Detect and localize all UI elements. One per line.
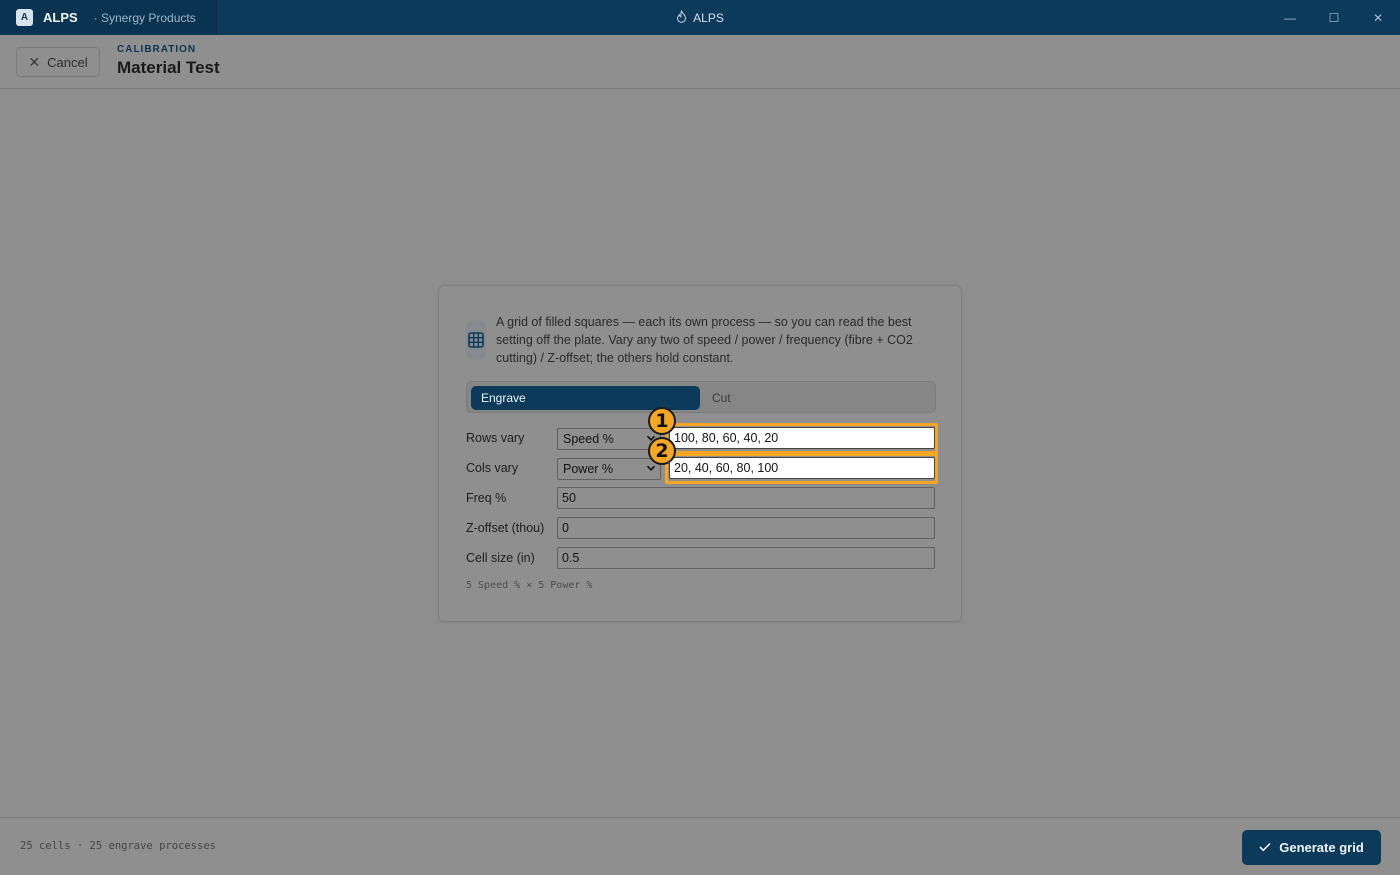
cols-vary-select-value: Power % xyxy=(563,462,614,476)
generate-grid-button[interactable]: Generate grid xyxy=(1242,830,1381,865)
app-badge-icon: A xyxy=(16,9,33,26)
footer-info: 25 cells · 25 engrave processes xyxy=(20,840,216,852)
cancel-button[interactable]: ✕ Cancel xyxy=(16,47,100,77)
window-controls: — ☐ ✕ xyxy=(1268,0,1400,35)
generate-grid-label: Generate grid xyxy=(1279,840,1364,855)
tab-cut[interactable]: Cut xyxy=(712,386,932,410)
rows-values-input[interactable]: 100, 80, 60, 40, 20 xyxy=(669,427,935,449)
tab-engrave[interactable]: Engrave xyxy=(471,386,700,410)
cell-size-input[interactable]: 0.5 xyxy=(557,547,935,569)
step-marker-2: 2 xyxy=(648,437,676,465)
zoffset-label: Z-offset (thou) xyxy=(466,521,545,535)
grid-summary: 5 Speed % × 5 Power % xyxy=(466,580,593,591)
freq-input[interactable]: 50 xyxy=(557,487,935,509)
org-name: · Synergy Products xyxy=(93,10,196,25)
step-marker-1: 1 xyxy=(648,407,676,435)
chevron-down-icon xyxy=(646,463,656,476)
card-description: A grid of filled squares — each its own … xyxy=(496,315,913,365)
maximize-button[interactable]: ☐ xyxy=(1312,0,1356,35)
page-header: ✕ Cancel CALIBRATION Material Test xyxy=(0,35,1400,89)
minimize-button[interactable]: — xyxy=(1268,0,1312,35)
grid-icon xyxy=(466,321,486,359)
rows-vary-label: Rows vary xyxy=(466,431,525,445)
page-title: Material Test xyxy=(117,58,220,77)
app-name: ALPS xyxy=(43,10,78,25)
rows-vary-select-value: Speed % xyxy=(563,432,614,446)
app-identity: A ALPS · Synergy Products xyxy=(0,0,217,35)
cols-vary-select[interactable]: Power % xyxy=(557,458,661,480)
material-test-card: A grid of filled squares — each its own … xyxy=(438,285,962,622)
rows-vary-select[interactable]: Speed % xyxy=(557,428,661,450)
mode-toggle: Engrave Cut xyxy=(466,381,936,413)
freq-label: Freq % xyxy=(466,491,507,505)
cols-values-input[interactable]: 20, 40, 60, 80, 100 xyxy=(669,457,935,479)
flame-icon xyxy=(676,8,687,26)
cols-vary-label: Cols vary xyxy=(466,461,519,475)
page-eyebrow: CALIBRATION xyxy=(117,44,197,55)
window-title-text: ALPS xyxy=(693,10,724,25)
close-window-button[interactable]: ✕ xyxy=(1356,0,1400,35)
footer-bar: 25 cells · 25 engrave processes Generate… xyxy=(0,817,1400,875)
close-icon: ✕ xyxy=(28,53,41,70)
check-icon xyxy=(1259,840,1271,855)
cancel-label: Cancel xyxy=(47,54,88,70)
title-bar: A ALPS · Synergy Products ALPS — ☐ ✕ xyxy=(0,0,1400,35)
zoffset-input[interactable]: 0 xyxy=(557,517,935,539)
cell-size-label: Cell size (in) xyxy=(466,551,535,565)
